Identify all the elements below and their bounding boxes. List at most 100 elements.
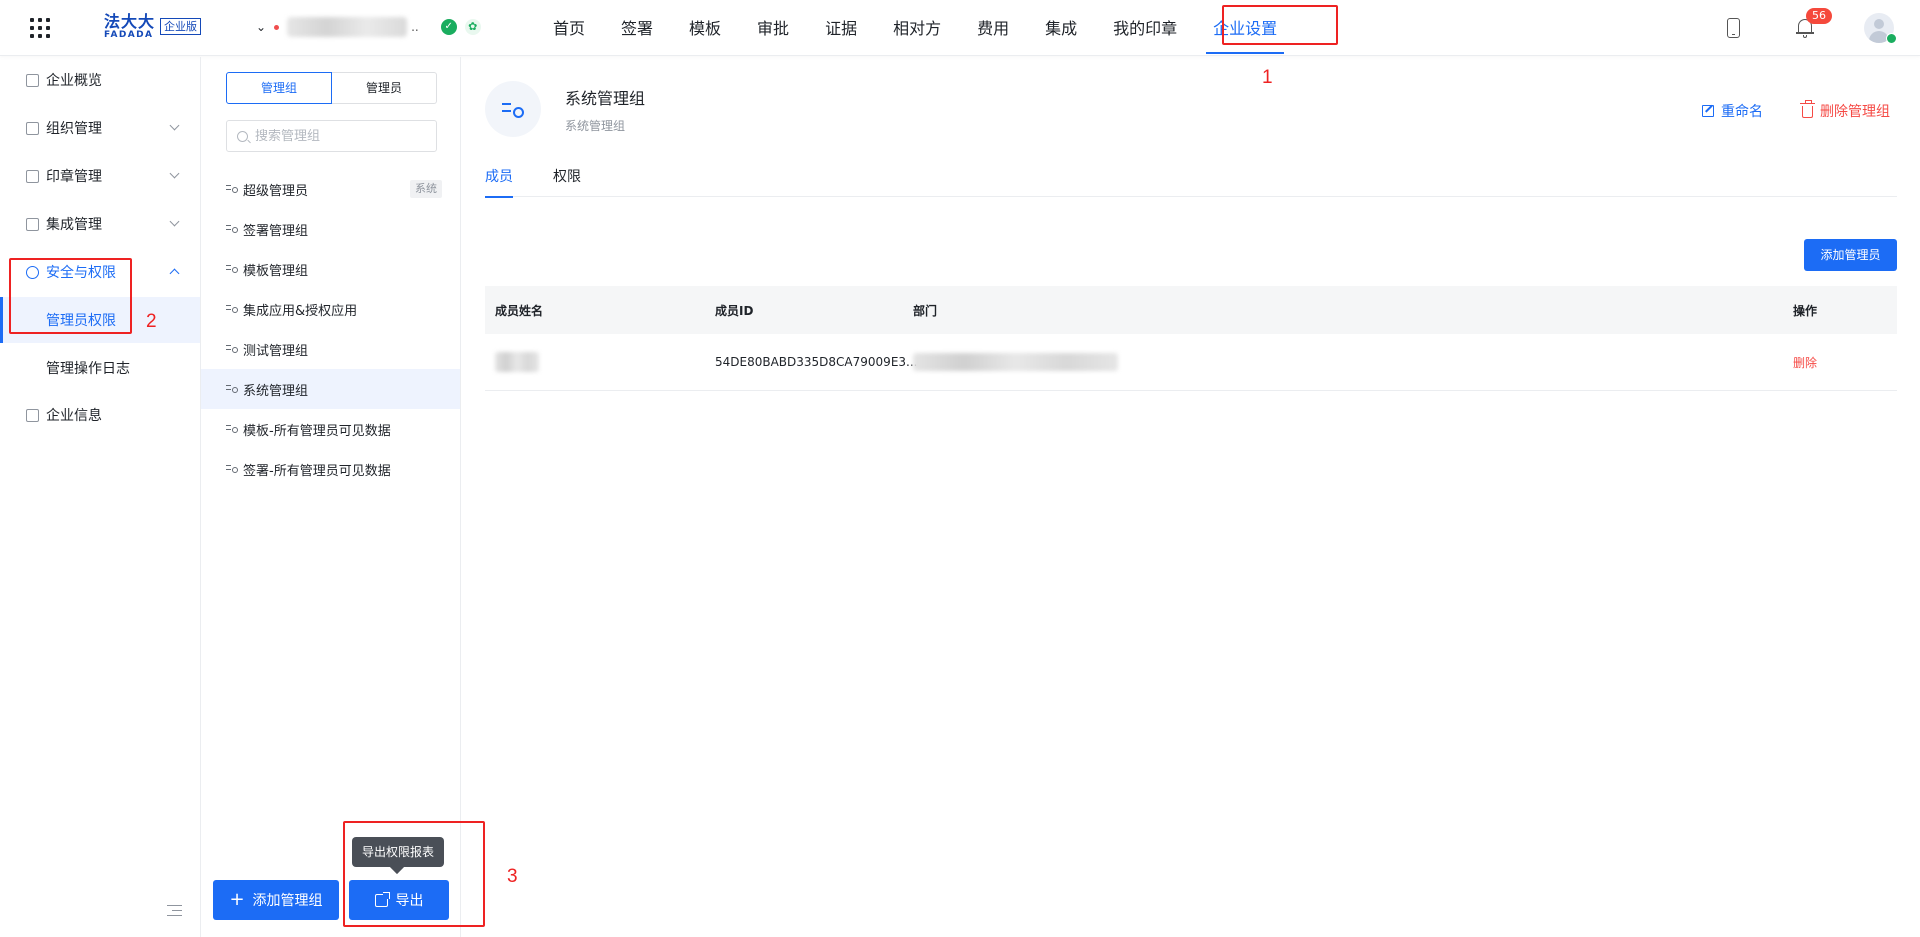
sidebar-item-seal[interactable]: 印章管理 (0, 156, 200, 196)
nav-enterprise-settings[interactable]: 企业设置 (1195, 0, 1295, 56)
sidebar-item-label: 集成管理 (46, 217, 102, 233)
nav-evidence[interactable]: 证据 (807, 0, 875, 56)
add-admin-button[interactable]: 添加管理员 (1804, 239, 1897, 271)
nav-approval[interactable]: 审批 (739, 0, 807, 56)
top-bar: 法大大 FADADA 企业版 ⌄ .. ✓ ✿ 首页 签署 模板 审批 证据 相… (0, 0, 1920, 56)
group-list-panel: 管理组 管理员 超级管理员 系统 签署管理组 模板管理组 集成应用&授权应用 测… (201, 57, 461, 937)
mobile-icon[interactable] (1727, 18, 1740, 38)
group-icon (226, 383, 239, 395)
group-item-label: 签署管理组 (243, 223, 309, 239)
group-item[interactable]: 超级管理员 系统 (201, 169, 460, 209)
group-item-label: 模板-所有管理员可见数据 (243, 423, 391, 439)
member-name-redacted (495, 352, 539, 372)
group-item-label: 测试管理组 (243, 343, 309, 359)
enterprise-badge: 企业版 (160, 18, 201, 35)
group-subtitle: 系统管理组 (565, 119, 626, 133)
sidebar-item-security[interactable]: 安全与权限 (0, 252, 200, 292)
group-search-input[interactable] (255, 128, 425, 144)
sidebar-item-integration[interactable]: 集成管理 (0, 204, 200, 244)
overview-icon (26, 73, 39, 87)
rename-label: 重命名 (1721, 104, 1763, 120)
sidebar-item-label: 印章管理 (46, 169, 102, 185)
group-item-selected[interactable]: 系统管理组 (201, 369, 460, 409)
group-title: 系统管理组 (565, 89, 646, 108)
tab-permissions[interactable]: 权限 (553, 165, 581, 197)
group-item-label: 超级管理员 (243, 183, 309, 199)
nav-my-seal[interactable]: 我的印章 (1095, 0, 1195, 56)
delete-group-button[interactable]: 删除管理组 (1800, 100, 1890, 121)
sidebar-item-overview[interactable]: 企业概览 (0, 60, 200, 100)
group-item-label: 模板管理组 (243, 263, 309, 279)
collapse-sidebar-icon[interactable] (167, 905, 182, 917)
department-cell (905, 353, 1793, 371)
nav-home[interactable]: 首页 (535, 0, 603, 56)
actions-cell: 删除 (1793, 354, 1897, 371)
plus-icon: + (229, 889, 245, 910)
logo-subtext: FADADA (104, 30, 154, 40)
chevron-down-icon (169, 168, 180, 179)
sidebar-item-label: 安全与权限 (46, 265, 116, 281)
group-icon (226, 263, 239, 275)
nav-counterparty[interactable]: 相对方 (875, 0, 959, 56)
rename-button[interactable]: 重命名 (1702, 101, 1763, 121)
delete-member-link[interactable]: 删除 (1793, 356, 1817, 370)
members-table: 成员姓名 成员ID 部门 操作 54DE80BABD335D8CA79009E3… (485, 286, 1897, 391)
company-name-ellipsis: .. (411, 20, 419, 34)
chevron-down-icon: ⌄ (256, 20, 267, 34)
member-name-cell (485, 352, 705, 372)
segment-groups[interactable]: 管理组 (226, 72, 332, 104)
company-switcher[interactable]: ⌄ .. ✓ ✿ (256, 17, 481, 37)
fadada-logo[interactable]: 法大大 FADADA 企业版 (104, 13, 201, 43)
search-icon (237, 130, 248, 142)
sidebar-item-label: 组织管理 (46, 121, 102, 137)
sidebar-item-admin-permissions[interactable]: 管理员权限 (0, 297, 200, 343)
group-item[interactable]: 测试管理组 (201, 329, 460, 369)
company-info-icon (26, 408, 39, 422)
group-item[interactable]: 集成应用&授权应用 (201, 289, 460, 329)
sidebar-item-organization[interactable]: 组织管理 (0, 108, 200, 148)
sidebar-item-operation-log[interactable]: 管理操作日志 (0, 345, 200, 391)
export-icon (374, 891, 390, 907)
group-item[interactable]: 签署-所有管理员可见数据 (201, 449, 460, 489)
green-leaf-icon: ✿ (464, 19, 481, 35)
group-item[interactable]: 签署管理组 (201, 209, 460, 249)
member-id-cell: 54DE80BABD335D8CA79009E3... (715, 355, 918, 369)
col-member-name: 成员姓名 (495, 303, 544, 318)
col-department: 部门 (913, 303, 938, 318)
delete-group-label: 删除管理组 (1820, 104, 1890, 120)
nav-fees[interactable]: 费用 (959, 0, 1027, 56)
app-grid-icon[interactable] (30, 18, 50, 38)
organization-icon (26, 121, 39, 135)
tab-members[interactable]: 成员 (485, 165, 513, 198)
group-search[interactable] (226, 120, 437, 152)
settings-sidebar: 企业概览 组织管理 印章管理 集成管理 安全与权限 管理员权限 管理操作日志 企… (0, 57, 201, 937)
verified-shield-icon: ✓ (440, 19, 457, 35)
status-dot (274, 24, 280, 30)
group-admin-toggle: 管理组 管理员 (226, 72, 437, 104)
chevron-down-icon (169, 120, 180, 131)
col-actions: 操作 (1793, 303, 1818, 318)
col-member-id: 成员ID (715, 303, 754, 318)
edit-icon (1702, 105, 1714, 117)
group-icon (226, 223, 239, 235)
add-group-label: 添加管理组 (252, 893, 323, 909)
add-group-button[interactable]: + 添加管理组 (213, 880, 339, 920)
notification-badge[interactable]: 56 (1806, 8, 1832, 24)
group-item[interactable]: 模板-所有管理员可见数据 (201, 409, 460, 449)
segment-admins[interactable]: 管理员 (332, 72, 437, 104)
system-tag: 系统 (410, 180, 442, 198)
nav-integration[interactable]: 集成 (1027, 0, 1095, 56)
seal-icon (26, 169, 39, 183)
group-item[interactable]: 模板管理组 (201, 249, 460, 289)
nav-template[interactable]: 模板 (671, 0, 739, 56)
group-avatar (485, 81, 541, 137)
sidebar-item-label: 企业概览 (46, 73, 102, 89)
group-icon (226, 343, 239, 355)
company-name-redacted (287, 17, 408, 37)
export-button[interactable]: 导出 (349, 880, 449, 920)
nav-sign[interactable]: 签署 (603, 0, 671, 56)
table-header: 成员姓名 成员ID 部门 操作 (485, 286, 1897, 334)
integration-icon (26, 217, 39, 231)
sidebar-item-company-info[interactable]: 企业信息 (0, 395, 200, 435)
verified-check-icon (1886, 33, 1897, 44)
